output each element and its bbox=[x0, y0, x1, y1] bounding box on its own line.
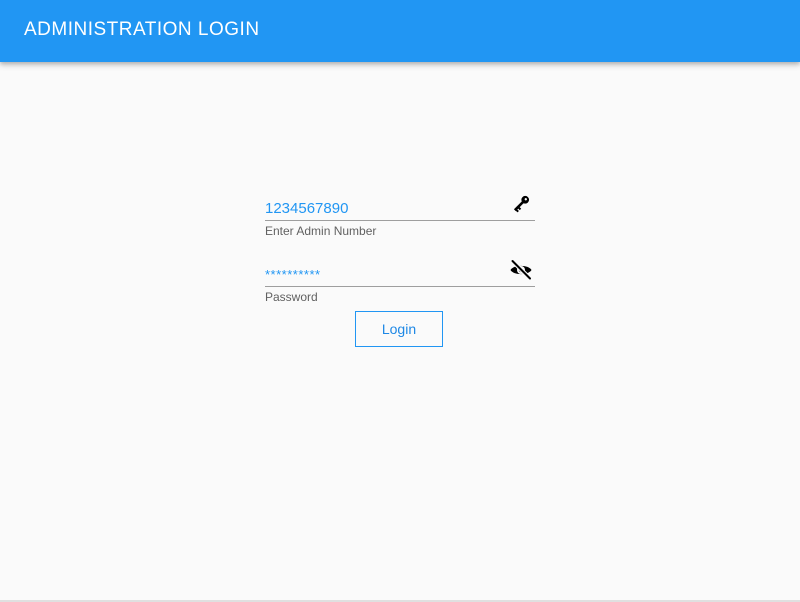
admin-number-label: Enter Admin Number bbox=[265, 224, 377, 238]
visibility-off-icon[interactable] bbox=[509, 258, 533, 282]
login-button[interactable]: Login bbox=[355, 311, 443, 347]
key-icon bbox=[509, 192, 533, 216]
login-page: ADMINISTRATION LOGIN Enter Admin Number bbox=[0, 0, 800, 602]
admin-number-input[interactable] bbox=[265, 200, 495, 218]
admin-number-input-row bbox=[265, 186, 535, 221]
admin-number-field: Enter Admin Number bbox=[265, 186, 535, 238]
app-bar: ADMINISTRATION LOGIN bbox=[0, 0, 800, 62]
password-input[interactable] bbox=[265, 266, 495, 284]
password-input-row bbox=[265, 252, 535, 287]
page-title: ADMINISTRATION LOGIN bbox=[24, 19, 260, 40]
password-field: Password bbox=[265, 252, 535, 304]
password-label: Password bbox=[265, 290, 318, 304]
